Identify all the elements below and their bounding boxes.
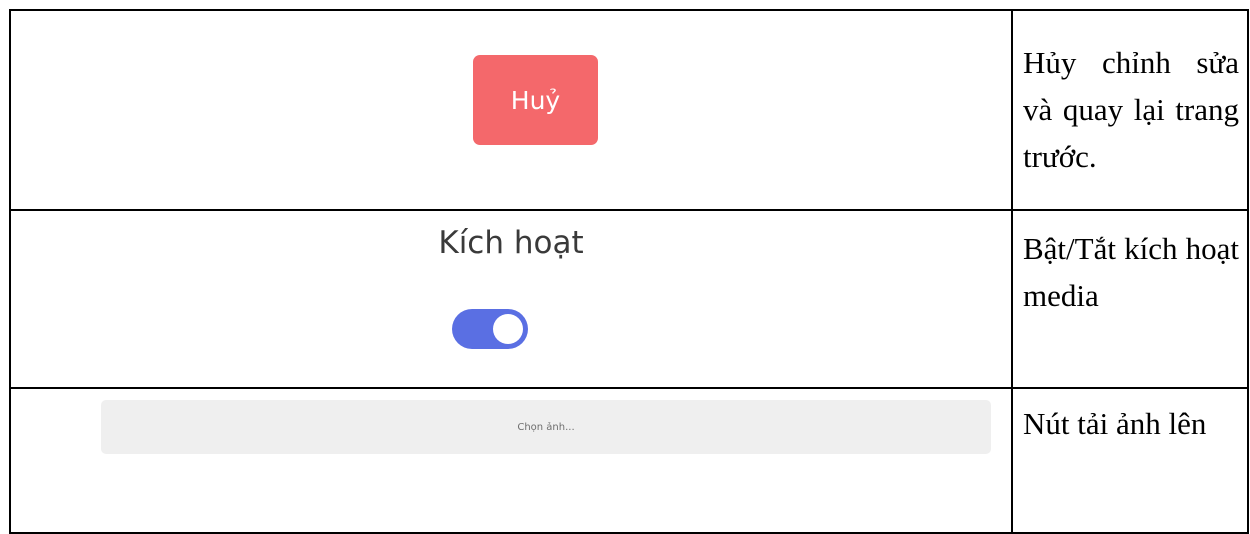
activation-toggle[interactable] [452,309,528,349]
toggle-knob [493,314,523,344]
table-row: Kích hoạt Bật/Tắt kích hoạt media [9,209,1249,389]
ui-preview-cell: Huỷ [9,9,1013,211]
ui-preview-cell: Kích hoạt [9,209,1013,389]
table-row: Chọn ảnh... Nút tải ảnh lên [9,387,1249,534]
description-text: Hủy chỉnh sửa và quay lại trang trước. [1023,45,1239,174]
description-cell: Bật/Tắt kích hoạt media [1011,209,1249,389]
description-text: Bật/Tắt kích hoạt media [1023,231,1239,313]
feature-table: Huỷ Hủy chỉnh sửa và quay lại trang trướ… [9,9,1249,534]
table-row: Huỷ Hủy chỉnh sửa và quay lại trang trướ… [9,9,1249,211]
choose-image-button[interactable]: Chọn ảnh... [101,400,991,454]
ui-preview-cell: Chọn ảnh... [9,387,1013,534]
cancel-button[interactable]: Huỷ [473,55,598,145]
description-text: Nút tải ảnh lên [1023,406,1207,441]
description-cell: Hủy chỉnh sửa và quay lại trang trước. [1011,9,1249,211]
activation-label: Kích hoạt [438,225,584,261]
description-cell: Nút tải ảnh lên [1011,387,1249,534]
